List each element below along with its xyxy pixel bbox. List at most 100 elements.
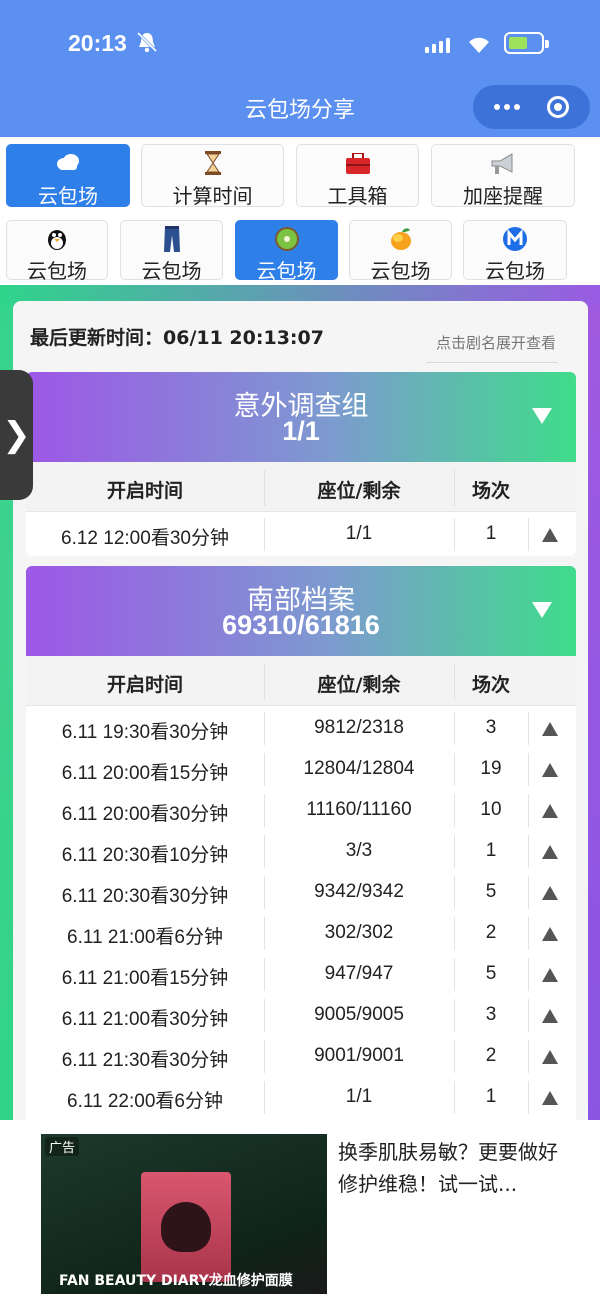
mango-icon bbox=[390, 228, 411, 250]
platform-tab-penguin[interactable]: 云包场 bbox=[6, 220, 108, 283]
header-sessions: 场次 bbox=[471, 674, 510, 696]
row-sessions: 1 bbox=[485, 840, 497, 861]
expand-triangle-icon[interactable] bbox=[542, 722, 558, 736]
table-row[interactable]: 6.11 21:00看6分钟 302/302 2 bbox=[26, 913, 576, 954]
platform-tab-jeans[interactable]: 云包场 bbox=[120, 220, 223, 283]
toolbox-icon bbox=[345, 153, 370, 174]
app-header: 20:13 云包场分享 bbox=[0, 0, 600, 137]
row-seats: 9812/2318 bbox=[314, 717, 404, 738]
row-seats: 11160/11160 bbox=[306, 799, 412, 820]
table-row[interactable]: 6.11 21:00看30分钟 9005/9005 3 bbox=[26, 995, 576, 1036]
expand-triangle-icon[interactable] bbox=[542, 804, 558, 818]
row-start-time: 6.11 20:00看30分钟 bbox=[61, 804, 229, 825]
show-card-header[interactable]: 南部档案 69310/61816 bbox=[26, 566, 576, 656]
jeans-icon bbox=[163, 226, 180, 252]
header-start-time: 开启时间 bbox=[106, 674, 183, 696]
row-start-time: 6.11 21:00看30分钟 bbox=[61, 1009, 229, 1030]
platform-tab-kiwi[interactable]: 云包场 bbox=[235, 220, 338, 283]
wifi-icon bbox=[469, 37, 489, 53]
mute-bell-icon bbox=[136, 31, 158, 53]
expand-triangle-icon[interactable] bbox=[542, 845, 558, 859]
row-seats: 12804/12804 bbox=[303, 758, 415, 779]
header-seats: 座位/剩余 bbox=[317, 674, 401, 696]
row-sessions: 19 bbox=[480, 758, 502, 779]
more-icon[interactable] bbox=[494, 104, 521, 110]
show-seat-count: 1/1 bbox=[282, 416, 320, 446]
ad-text[interactable]: 换季肌肤易敏？更要做好修护维稳！试一试... bbox=[338, 1136, 568, 1200]
header-start-time: 开启时间 bbox=[106, 480, 183, 502]
signal-icon bbox=[425, 38, 450, 53]
divider bbox=[426, 362, 558, 363]
expand-triangle-icon[interactable] bbox=[542, 1009, 558, 1023]
show-seat-count: 69310/61816 bbox=[222, 610, 380, 640]
tab-label: 云包场 bbox=[370, 259, 431, 283]
table-row[interactable]: 6.12 12:00看30分钟 1/1 1 bbox=[26, 514, 576, 555]
platform-tab-m[interactable]: 云包场 bbox=[463, 220, 567, 283]
tab-seat-alert[interactable]: 加座提醒 bbox=[431, 144, 575, 208]
expand-triangle-icon[interactable] bbox=[542, 763, 558, 777]
m-logo-icon bbox=[503, 227, 527, 251]
chevron-right-icon: ❯ bbox=[2, 415, 31, 455]
row-sessions: 1 bbox=[485, 523, 497, 544]
row-seats: 3/3 bbox=[345, 840, 373, 861]
tab-calc-time[interactable]: 计算时间 bbox=[141, 144, 284, 208]
side-drawer-handle[interactable]: ❯ bbox=[0, 370, 33, 500]
ad-image[interactable]: 广告 FAN BEAUTY DIARY龙血修护面膜 bbox=[41, 1134, 327, 1294]
table-row[interactable]: 6.11 19:30看30分钟 9812/2318 3 bbox=[26, 708, 576, 749]
row-start-time: 6.11 19:30看30分钟 bbox=[61, 722, 229, 743]
row-sessions: 3 bbox=[485, 1004, 497, 1025]
expand-hint: 点击剧名展开查看 bbox=[435, 334, 556, 352]
megaphone-icon bbox=[491, 153, 513, 174]
row-start-time: 6.11 21:00看15分钟 bbox=[61, 968, 229, 989]
tab-label: 云包场 bbox=[256, 259, 317, 283]
hourglass-icon bbox=[204, 151, 221, 175]
tab-label: 工具箱 bbox=[327, 184, 388, 208]
last-updated: 最后更新时间：06/11 20:13:07 bbox=[30, 327, 324, 349]
tab-label: 计算时间 bbox=[172, 184, 253, 208]
tab-label: 云包场 bbox=[485, 259, 545, 283]
expand-triangle-icon[interactable] bbox=[542, 528, 558, 542]
row-start-time: 6.11 21:30看30分钟 bbox=[61, 1050, 229, 1071]
expand-triangle-icon[interactable] bbox=[542, 927, 558, 941]
tab-label: 云包场 bbox=[27, 259, 87, 283]
row-sessions: 2 bbox=[485, 922, 497, 943]
row-start-time: 6.11 20:00看15分钟 bbox=[61, 763, 229, 784]
table-row[interactable]: 6.11 20:30看30分钟 9342/9342 5 bbox=[26, 872, 576, 913]
table-row[interactable]: 6.11 22:00看6分钟 1/1 1 bbox=[26, 1077, 576, 1118]
expand-triangle-icon[interactable] bbox=[542, 968, 558, 982]
row-seats: 947/947 bbox=[324, 963, 394, 984]
status-time: 20:13 bbox=[68, 30, 127, 56]
table-row[interactable]: 6.11 21:00看15分钟 947/947 5 bbox=[26, 954, 576, 995]
expand-triangle-icon[interactable] bbox=[542, 886, 558, 900]
row-seats: 1/1 bbox=[345, 1086, 373, 1107]
table-row[interactable]: 6.11 20:00看30分钟 11160/11160 10 bbox=[26, 790, 576, 831]
show-card: 南部档案 69310/61816 开启时间 座位/剩余 场次 6.11 19:3… bbox=[26, 566, 576, 1126]
row-start-time: 6.11 20:30看30分钟 bbox=[61, 886, 229, 907]
tab-label: 云包场 bbox=[141, 259, 202, 283]
table-row[interactable]: 6.11 20:30看10分钟 3/3 1 bbox=[26, 831, 576, 872]
kiwi-icon bbox=[274, 227, 299, 251]
expand-triangle-icon[interactable] bbox=[542, 1091, 558, 1105]
close-target-icon[interactable] bbox=[546, 96, 569, 118]
collapse-triangle-icon[interactable] bbox=[532, 602, 552, 618]
collapse-triangle-icon[interactable] bbox=[532, 408, 552, 424]
table-row[interactable]: 6.11 21:30看30分钟 9001/9001 2 bbox=[26, 1036, 576, 1077]
battery-icon bbox=[504, 32, 549, 54]
tab-toolbox[interactable]: 工具箱 bbox=[296, 144, 419, 208]
platform-tab-mango[interactable]: 云包场 bbox=[349, 220, 452, 283]
product-image bbox=[141, 1172, 231, 1282]
row-seats: 9342/9342 bbox=[314, 881, 404, 902]
tab-label: 云包场 bbox=[38, 184, 98, 208]
header-sessions: 场次 bbox=[471, 480, 510, 502]
row-seats: 9001/9001 bbox=[314, 1045, 404, 1066]
show-card-header[interactable]: 意外调查组 1/1 bbox=[26, 372, 576, 462]
expand-triangle-icon[interactable] bbox=[542, 1050, 558, 1064]
ad-banner[interactable]: 广告 FAN BEAUTY DIARY龙血修护面膜 换季肌肤易敏？更要做好修护维… bbox=[0, 1120, 600, 1303]
row-sessions: 5 bbox=[485, 881, 497, 902]
show-card: 意外调查组 1/1 开启时间 座位/剩余 场次 6.12 12:00看30分钟 … bbox=[26, 372, 576, 556]
cloud-icon bbox=[57, 154, 79, 170]
tab-cloud-booking[interactable]: 云包场 bbox=[6, 144, 130, 208]
ad-tag[interactable]: 广告 bbox=[45, 1137, 80, 1156]
row-sessions: 3 bbox=[485, 717, 497, 738]
table-row[interactable]: 6.11 20:00看15分钟 12804/12804 19 bbox=[26, 749, 576, 790]
